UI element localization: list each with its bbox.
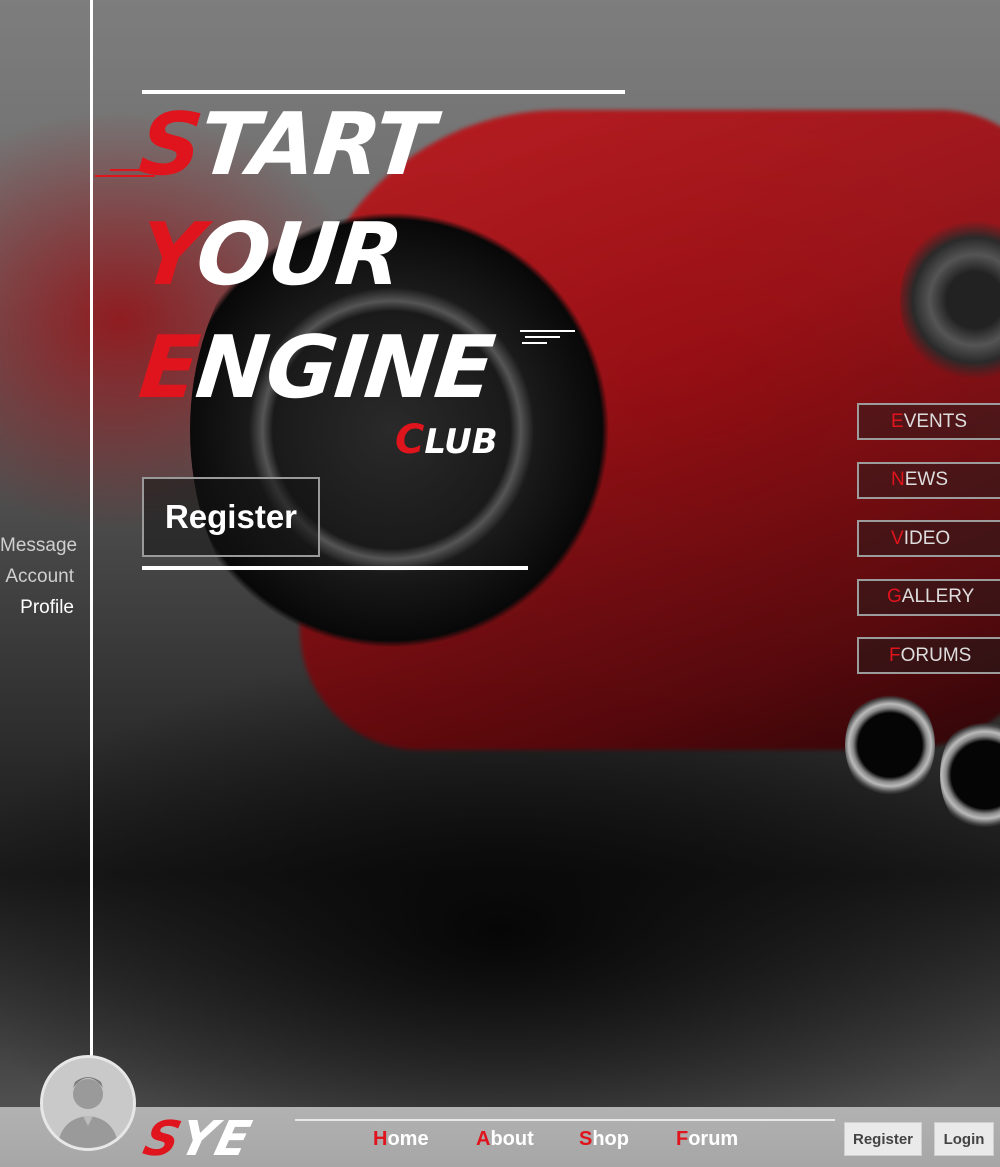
bottom-nav-shop[interactable]: Shop: [579, 1128, 629, 1151]
title-bottom-rule: [142, 566, 528, 570]
sye-logo[interactable]: SYE: [138, 1111, 257, 1167]
bottom-nav-about[interactable]: About: [476, 1128, 534, 1151]
right-nav-news[interactable]: N EWS: [857, 461, 1000, 499]
hero-register-button[interactable]: Register: [142, 477, 320, 557]
title-top-rule: [142, 90, 625, 94]
bottom-bar-rule: [295, 1119, 835, 1121]
right-nav-video[interactable]: V IDEO: [857, 520, 1000, 557]
hero-title-line-2: YOUR: [134, 205, 406, 305]
side-menu-message[interactable]: Message: [0, 530, 77, 561]
hero-title-line-1: START: [134, 95, 437, 195]
side-menu-profile[interactable]: Profile: [0, 592, 74, 623]
bottom-nav-home[interactable]: Home: [373, 1128, 429, 1151]
login-button[interactable]: Login: [934, 1122, 994, 1156]
register-button[interactable]: Register: [844, 1122, 922, 1156]
hero-club-label: CLUB: [395, 417, 498, 463]
user-avatar-icon[interactable]: [40, 1055, 136, 1151]
side-menu: Message Account Profile: [0, 530, 77, 623]
hero-title-line-3: ENGINE: [134, 318, 498, 418]
vertical-divider: [90, 0, 93, 1060]
side-menu-account[interactable]: Account: [0, 561, 74, 592]
right-nav: E VENTS N EWS V IDEO G ALLERY F ORUMS: [857, 403, 1000, 696]
right-nav-forums[interactable]: F ORUMS: [857, 637, 1000, 674]
bottom-nav-forum[interactable]: Forum: [676, 1128, 738, 1151]
right-nav-gallery[interactable]: G ALLERY: [857, 578, 1000, 616]
right-nav-events[interactable]: E VENTS: [857, 403, 1000, 440]
